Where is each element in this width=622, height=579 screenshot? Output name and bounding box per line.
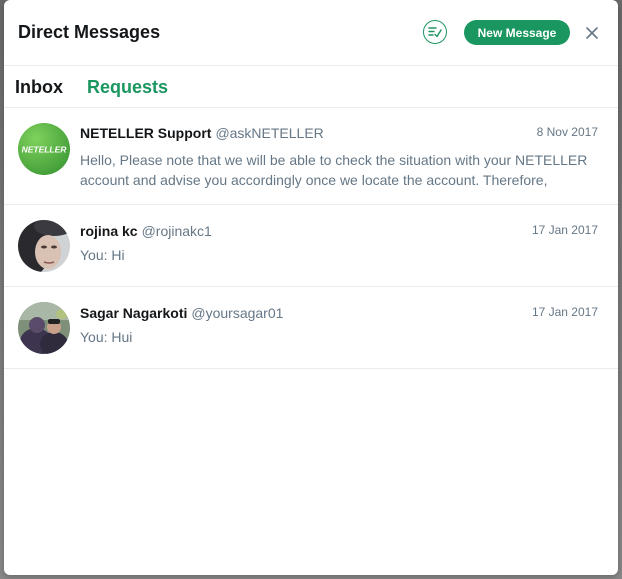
tab-requests[interactable]: Requests (87, 77, 168, 98)
sender-handle: @yoursagar01 (191, 305, 284, 321)
conversation-item[interactable]: Sagar Nagarkoti @yoursagar01 17 Jan 2017 … (4, 287, 618, 369)
sender-handle: @askNETELLER (215, 125, 324, 141)
sender-name: rojina kc @rojinakc1 (80, 223, 212, 239)
close-button[interactable] (585, 26, 599, 40)
sender-display-name: rojina kc (80, 223, 138, 239)
close-icon (586, 27, 598, 39)
conversation-list: NETELLER NETELLER Support @askNETELLER 8 … (4, 108, 618, 369)
avatar-logo-text: NETELLER (22, 145, 68, 155)
sender-display-name: Sagar Nagarkoti (80, 305, 188, 321)
message-date: 8 Nov 2017 (536, 125, 598, 139)
conversation-item[interactable]: rojina kc @rojinakc1 17 Jan 2017 You: Hi (4, 205, 618, 287)
dialog-title: Direct Messages (18, 22, 161, 42)
direct-messages-dialog: Direct Messages New Message Inbox Reques… (4, 0, 618, 575)
sender-name: Sagar Nagarkoti @yoursagar01 (80, 305, 283, 321)
conversation-item[interactable]: NETELLER NETELLER Support @askNETELLER 8 … (4, 108, 618, 205)
avatar (18, 220, 70, 272)
sender-display-name: NETELLER Support (80, 125, 212, 141)
sender-name: NETELLER Support @askNETELLER (80, 125, 324, 141)
message-date: 17 Jan 2017 (531, 305, 598, 319)
mark-read-icon (428, 27, 442, 38)
message-snippet: Hello, Please note that we will be able … (80, 152, 588, 188)
message-date: 17 Jan 2017 (531, 223, 598, 237)
avatar (18, 302, 70, 354)
dialog-header: Direct Messages New Message (4, 0, 618, 66)
message-snippet: You: Hui (80, 329, 133, 345)
avatar: NETELLER (18, 123, 70, 175)
message-snippet: You: Hi (80, 247, 125, 263)
sender-handle: @rojinakc1 (141, 223, 212, 239)
mark-all-read-button[interactable] (423, 20, 447, 44)
dm-tabs: Inbox Requests (4, 66, 618, 108)
new-message-button[interactable]: New Message (464, 20, 570, 45)
tab-inbox[interactable]: Inbox (15, 77, 63, 98)
